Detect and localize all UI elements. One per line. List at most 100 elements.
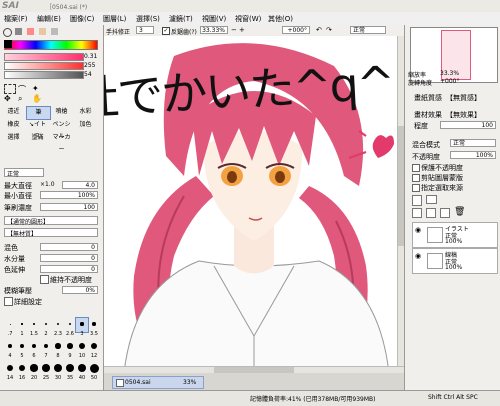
blur-field[interactable]: 0% [62, 286, 98, 294]
brush-size-preset[interactable]: 1.5 [28, 318, 40, 337]
layer-row[interactable]: ◉ イラスト 正常 100% [412, 222, 498, 248]
menu-window[interactable]: 視窗(W) [235, 14, 261, 24]
color-wheel-icon[interactable] [3, 28, 12, 37]
brush-size-preset[interactable]: 20 [28, 362, 40, 381]
opacity-field[interactable]: 100% [450, 151, 496, 159]
brush-size-preset[interactable]: 10 [76, 340, 88, 359]
brush-size-preset[interactable]: 1 [16, 318, 28, 337]
selection-source-checkbox[interactable] [412, 184, 420, 192]
paper-effect-value[interactable]: 【無效果】 [446, 110, 481, 120]
paper-texture-value[interactable]: 【無質感】 [446, 93, 481, 103]
blend-field[interactable]: 0 [40, 243, 98, 251]
layer-row[interactable]: ◉ 線稿 正常 100% [412, 248, 498, 274]
brightness-slider[interactable] [4, 71, 84, 79]
hue-bar[interactable] [4, 40, 98, 50]
brush-size-preset[interactable]: 50 [88, 362, 100, 381]
zoom-out-icon[interactable]: − [231, 26, 237, 34]
tool-pencil[interactable]: ペンシル [50, 119, 73, 140]
scratchpad-icon[interactable] [51, 28, 58, 35]
rect-select-icon[interactable] [4, 84, 16, 94]
brush-mode-select[interactable]: 正常 [4, 168, 44, 178]
rgb-slider-icon[interactable] [15, 28, 22, 35]
min-diameter-field[interactable]: 100% [40, 191, 98, 199]
brush-size-preset[interactable]: 2.6 [64, 318, 76, 337]
menu-layer[interactable]: 圖層(L) [103, 14, 126, 24]
brush-size-preset[interactable]: 12 [88, 340, 100, 359]
clear-layer-icon[interactable] [440, 208, 450, 218]
tool-fill[interactable]: 塗滿 [26, 132, 49, 144]
menu-select[interactable]: 選擇(S) [136, 14, 160, 24]
zoom-in-icon[interactable]: + [239, 26, 245, 34]
menu-view[interactable]: 視圖(V) [202, 14, 226, 24]
brush-size-preset[interactable]: 3.5 [88, 318, 100, 337]
magic-wand-icon[interactable]: ✦ [32, 84, 39, 93]
hand-tremor-field[interactable]: 3 [136, 26, 154, 34]
antialias-checkbox[interactable]: ✓ [162, 27, 170, 35]
brush-size-preset[interactable]: 3 [75, 317, 89, 337]
tool-airbrush[interactable]: 遠近 [2, 106, 25, 118]
drawing-canvas[interactable]: 会社でかいた^q^ [104, 36, 404, 373]
brush-size-preset[interactable]: 2 [40, 318, 52, 337]
color-extend-field[interactable]: 0 [40, 265, 98, 273]
zoom-field[interactable]: 33.33% [200, 26, 228, 34]
menu-edit[interactable]: 編輯(E) [37, 14, 61, 24]
tool-select[interactable]: 選擇 [2, 132, 25, 144]
brush-size-preset[interactable]: 8 [52, 340, 64, 359]
tool-spray[interactable]: 噴槍 [50, 106, 73, 118]
rotate-left-icon[interactable]: ↶ [316, 26, 322, 34]
tool-eraser[interactable]: 橡皮 [2, 119, 25, 131]
brush-size-preset[interactable]: 5 [16, 340, 28, 359]
brush-size-preset[interactable]: 6 [28, 340, 40, 359]
brush-size-preset[interactable]: 25 [40, 362, 52, 381]
tool-watercolor[interactable]: 水彩 [74, 106, 97, 118]
brush-size-preset[interactable]: 4 [4, 340, 16, 359]
menu-image[interactable]: 圖像(C) [70, 14, 94, 24]
saturation-slider[interactable] [4, 53, 84, 61]
protect-opacity-checkbox[interactable] [412, 164, 420, 172]
move-icon[interactable]: ✥ [4, 94, 11, 103]
brush-size-preset[interactable]: 14 [4, 362, 16, 381]
brush-size-preset[interactable]: 9 [64, 340, 76, 359]
max-diameter-field[interactable]: 4.0 [62, 181, 98, 189]
rotation-field[interactable]: +000° [282, 26, 310, 34]
max-diameter-multiplier[interactable]: ×1.0 [40, 181, 55, 188]
menu-filter[interactable]: 濾鏡(T) [169, 14, 193, 24]
brush-texture-select[interactable]: 【無材質】 [4, 228, 98, 238]
keep-opacity-checkbox[interactable] [40, 275, 49, 284]
layer-visibility-icon[interactable]: ◉ [415, 252, 421, 260]
menu-file[interactable]: 檔案(F) [4, 14, 28, 24]
brush-size-preset[interactable]: .7 [4, 318, 16, 337]
zoom-icon[interactable]: ⌕ [18, 94, 22, 104]
layer-visibility-icon[interactable]: ◉ [415, 226, 421, 234]
merge-down-icon[interactable] [426, 208, 436, 218]
menu-other[interactable]: 其他(O) [268, 14, 293, 24]
clipping-mask-checkbox[interactable] [412, 174, 420, 182]
brush-size-preset[interactable]: 2.3 [52, 318, 64, 337]
hand-icon[interactable]: ✋ [32, 94, 42, 103]
rotate-right-icon[interactable]: ↷ [326, 26, 332, 34]
density-field[interactable]: 100 [40, 203, 98, 211]
brush-size-preset[interactable]: 7 [40, 340, 52, 359]
brush-size-preset[interactable]: 35 [64, 362, 76, 381]
brush-size-preset[interactable]: 16 [16, 362, 28, 381]
tool-add-color[interactable]: 加色 [74, 119, 97, 131]
detail-settings-checkbox[interactable] [4, 297, 13, 306]
new-layer-icon[interactable] [412, 195, 422, 206]
brush-size-preset[interactable]: 30 [52, 362, 64, 381]
document-tab[interactable]: 0504.sai 33% [112, 376, 204, 389]
water-field[interactable]: 0 [40, 254, 98, 262]
brush-size-preset[interactable]: 40 [76, 362, 88, 381]
hsv-slider-icon[interactable] [27, 28, 34, 35]
delete-layer-icon[interactable]: 🗑 [454, 207, 465, 217]
swatch-icon[interactable] [39, 28, 46, 35]
tool-pen[interactable]: 筆 [26, 106, 51, 120]
brush-shape-select[interactable]: 【通常的圓形】 [4, 216, 98, 226]
tool-illust[interactable]: ↘イトス [26, 119, 49, 140]
strength-field[interactable]: 100 [440, 121, 496, 129]
new-folder-icon[interactable] [426, 195, 437, 204]
blend-select[interactable]: 正常 [350, 26, 386, 34]
current-color-swatch[interactable] [4, 40, 12, 48]
copy-layer-icon[interactable] [412, 208, 422, 218]
tool-marker[interactable]: マーカー [50, 132, 73, 153]
blend-mode-select[interactable]: 正常 [450, 139, 496, 147]
